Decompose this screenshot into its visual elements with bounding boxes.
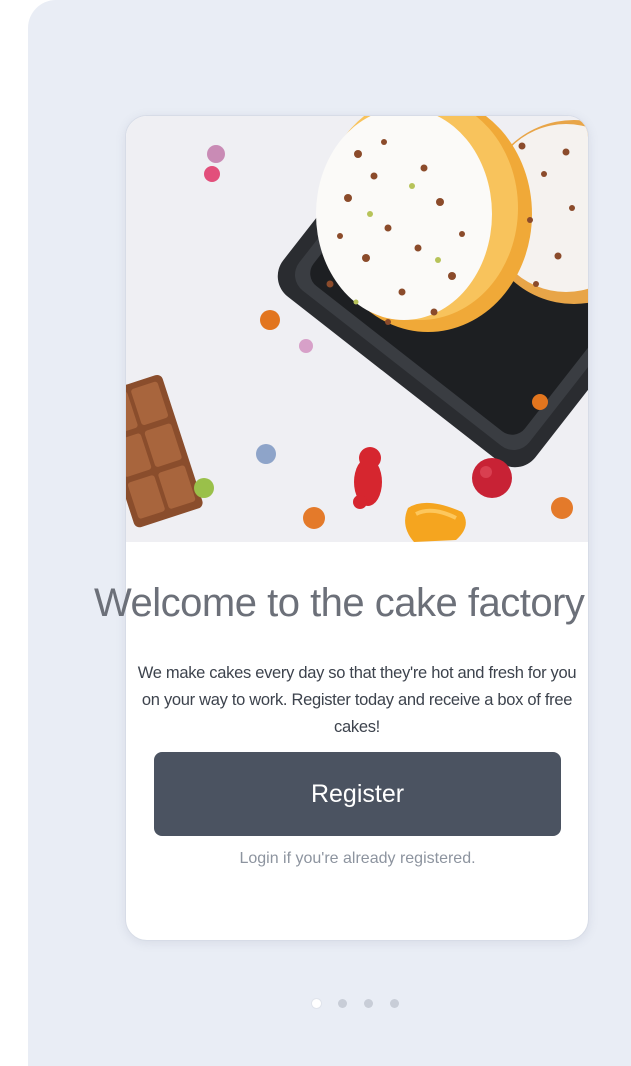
pagination-dot-4[interactable] — [390, 999, 399, 1008]
page-title: Welcome to the cake factory — [94, 581, 585, 625]
hero-image — [126, 116, 588, 542]
register-button[interactable]: Register — [154, 752, 561, 836]
pagination-dots — [312, 999, 399, 1008]
pagination-dot-1[interactable] — [312, 999, 321, 1008]
app-screen: Welcome to the cake factory We make cake… — [28, 0, 631, 1066]
login-link[interactable]: Login if you're already registered. — [154, 850, 561, 868]
pagination-dot-2[interactable] — [338, 999, 347, 1008]
welcome-description: We make cakes every day so that they're … — [137, 664, 577, 736]
pagination-dot-3[interactable] — [364, 999, 373, 1008]
